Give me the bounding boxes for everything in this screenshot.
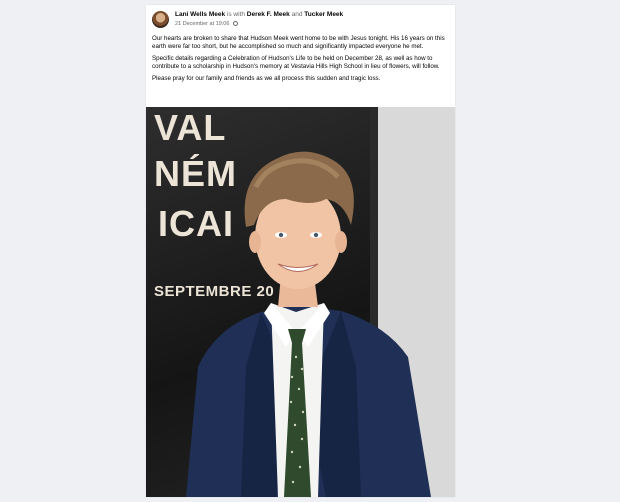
author-name[interactable]: Lani Wells Meek [175,11,225,18]
post-paragraph: Specific details regarding a Celebration… [152,55,440,70]
author-line: Lani Wells Meek is with Derek F. Meek an… [175,11,343,18]
and-text: and [291,11,303,18]
is-with-text: is with [226,11,245,18]
post-header: Lani Wells Meek is with Derek F. Meek an… [151,10,450,32]
post-timestamp[interactable]: 21 December at 19:06 [175,21,229,27]
globe-icon [232,21,238,26]
post-paragraph: Our hearts are broken to share that Huds… [152,35,445,50]
author-avatar[interactable] [152,11,169,28]
person-figure [186,151,431,497]
post-paragraph: Please pray for our family and friends a… [152,75,381,83]
facebook-post-card: Lani Wells Meek is with Derek F. Meek an… [146,5,455,497]
tagged-person-1[interactable]: Derek F. Meek [247,11,290,18]
post-meta: 21 December at 19:06 [175,21,238,27]
post-photo[interactable]: VAL NÉM ICAI SEPTEMBRE 20 [146,107,455,497]
tagged-person-2[interactable]: Tucker Meek [304,11,343,18]
post-text: Our hearts are broken to share that Huds… [152,35,446,88]
